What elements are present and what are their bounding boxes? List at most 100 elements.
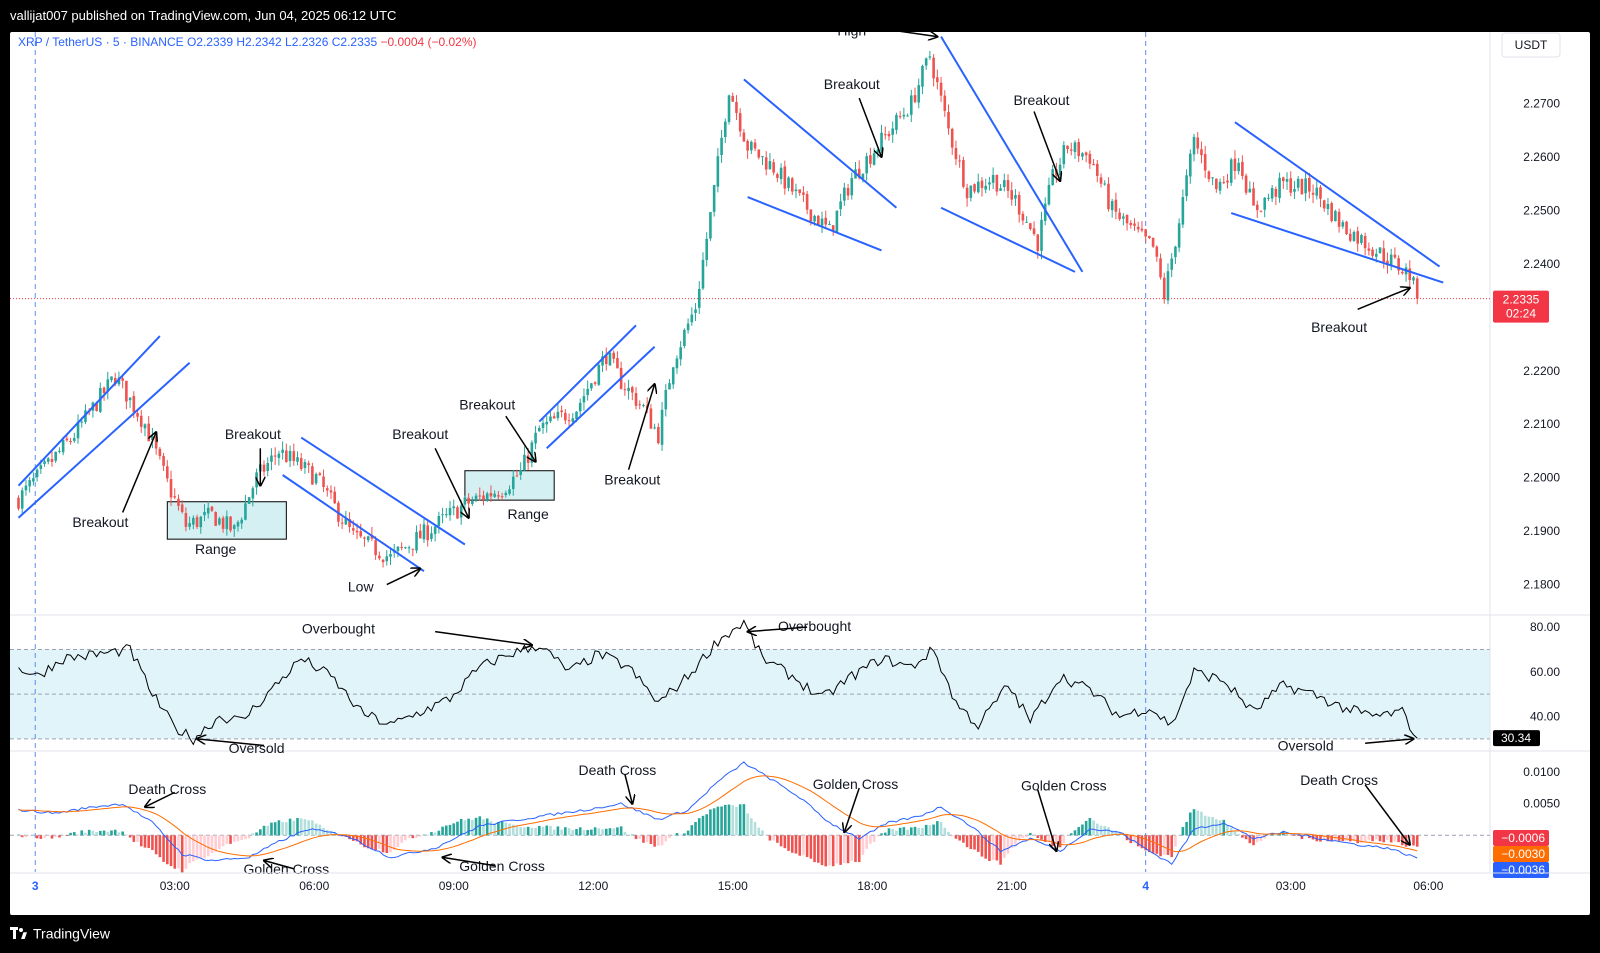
macd-histogram-bar bbox=[738, 804, 742, 836]
candle-body bbox=[932, 57, 935, 79]
candle-body bbox=[586, 388, 589, 396]
macd-histogram-bar bbox=[1259, 835, 1263, 842]
candle-body bbox=[764, 157, 768, 170]
macd-histogram-bar bbox=[709, 809, 712, 836]
candle-body bbox=[530, 442, 534, 463]
candle-body bbox=[571, 418, 575, 422]
macd-histogram-bar bbox=[221, 835, 225, 847]
macd-histogram-bar bbox=[567, 828, 571, 836]
macd-histogram-bar bbox=[99, 830, 102, 836]
candle-body bbox=[1282, 177, 1285, 182]
price-annotation-label: Breakout bbox=[1013, 92, 1069, 108]
macd-histogram-bar bbox=[485, 818, 489, 836]
candle-body bbox=[437, 516, 441, 527]
macd-histogram-bar bbox=[642, 835, 645, 843]
candle-body bbox=[221, 517, 225, 529]
macd-histogram-bar bbox=[843, 835, 846, 864]
candle-body bbox=[936, 77, 939, 83]
candle-body bbox=[299, 458, 303, 470]
rsi-tick-label: 40.00 bbox=[1530, 710, 1560, 724]
macd-histogram-bar bbox=[76, 834, 80, 836]
macd-histogram-bar bbox=[794, 835, 798, 854]
candle-body bbox=[463, 497, 467, 505]
candle-body bbox=[385, 556, 389, 562]
candle-body bbox=[225, 516, 229, 530]
macd-histogram-bar bbox=[422, 834, 426, 836]
price-annotation-arrow bbox=[505, 415, 536, 461]
macd-histogram-bar bbox=[627, 834, 630, 836]
candle-body bbox=[534, 432, 537, 444]
macd-histogram-bar bbox=[839, 835, 842, 865]
candle-body bbox=[1084, 152, 1088, 156]
macd-histogram-bar bbox=[1389, 835, 1393, 843]
candle-body bbox=[1252, 188, 1255, 206]
macd-histogram-bar bbox=[396, 835, 400, 848]
time-tick-label: 4 bbox=[1142, 879, 1149, 893]
candle-body bbox=[768, 161, 772, 170]
candle-body bbox=[485, 493, 489, 502]
candle-body bbox=[776, 174, 779, 178]
candle-body bbox=[1371, 249, 1374, 256]
macd-histogram-bar bbox=[195, 835, 199, 860]
macd-histogram-bar bbox=[1058, 835, 1062, 848]
candle-body bbox=[1185, 175, 1188, 197]
macd-histogram-bar bbox=[742, 804, 746, 836]
macd-histogram-bar bbox=[84, 832, 87, 836]
price-annotation-label: Breakout bbox=[225, 426, 281, 442]
macd-histogram-bar bbox=[608, 828, 612, 836]
candle-body bbox=[1062, 145, 1066, 165]
candle-body bbox=[381, 559, 385, 563]
candle-body bbox=[322, 476, 325, 488]
macd-histogram-bar bbox=[247, 835, 251, 839]
candle-body bbox=[612, 352, 615, 359]
chart-panel[interactable]: Breakout Range Breakout Low Breakout Range Bre… bbox=[10, 32, 1590, 915]
macd-histogram-bar bbox=[50, 835, 54, 839]
macd-histogram-bar bbox=[508, 823, 511, 836]
macd-histogram-bar bbox=[370, 835, 374, 850]
candle-body bbox=[1189, 153, 1192, 177]
macd-histogram-bar bbox=[556, 826, 560, 836]
macd-histogram-bar bbox=[102, 830, 106, 836]
candle-body bbox=[132, 396, 136, 413]
macd-tick-label: 0.0050 bbox=[1523, 797, 1560, 811]
macd-histogram-bar bbox=[526, 826, 530, 836]
candle-body bbox=[895, 114, 898, 130]
candle-body bbox=[515, 475, 519, 477]
macd-histogram-bar bbox=[311, 820, 314, 836]
macd-histogram-bar bbox=[389, 835, 392, 853]
candle-body bbox=[1363, 235, 1367, 249]
candle-body bbox=[262, 464, 266, 472]
candle-body bbox=[240, 519, 243, 524]
macd-histogram-bar bbox=[817, 835, 820, 863]
candle-body bbox=[549, 416, 552, 422]
candle-body bbox=[325, 488, 329, 491]
chart-legend: XRP / TetherUS · 5 · BINANCE O2.2339 H2.… bbox=[18, 35, 477, 49]
candle-body bbox=[166, 466, 169, 479]
trendline bbox=[940, 36, 1084, 273]
candle-body bbox=[813, 215, 816, 222]
macd-histogram-bar bbox=[218, 835, 221, 850]
trading-chart[interactable]: Breakout Range Breakout Low Breakout Range Bre… bbox=[10, 32, 1590, 915]
candle-body bbox=[694, 309, 697, 314]
candle-body bbox=[411, 548, 415, 550]
macd-histogram-bar bbox=[229, 835, 232, 844]
macd-histogram-bar bbox=[988, 835, 991, 862]
candle-body bbox=[1155, 246, 1159, 257]
rsi-annotation-label: Overbought bbox=[778, 618, 851, 634]
macd-histogram-bar bbox=[1293, 835, 1296, 836]
macd-histogram-bar bbox=[831, 835, 835, 867]
macd-histogram-bar bbox=[1412, 835, 1415, 846]
macd-histogram-bar bbox=[1241, 835, 1244, 838]
macd-histogram-bar bbox=[1092, 820, 1095, 836]
candle-body bbox=[1334, 210, 1337, 222]
candle-body bbox=[511, 476, 515, 489]
macd-histogram-bar bbox=[869, 835, 872, 844]
publisher-text: vallijat007 published on TradingView.com… bbox=[10, 8, 397, 23]
candle-body bbox=[266, 463, 270, 471]
rsi-annotation-arrow bbox=[1365, 739, 1413, 743]
candle-body bbox=[459, 505, 463, 518]
macd-histogram-bar bbox=[482, 819, 485, 836]
candle-body bbox=[917, 85, 921, 103]
candle-body bbox=[244, 503, 247, 520]
candle-body bbox=[17, 497, 20, 509]
